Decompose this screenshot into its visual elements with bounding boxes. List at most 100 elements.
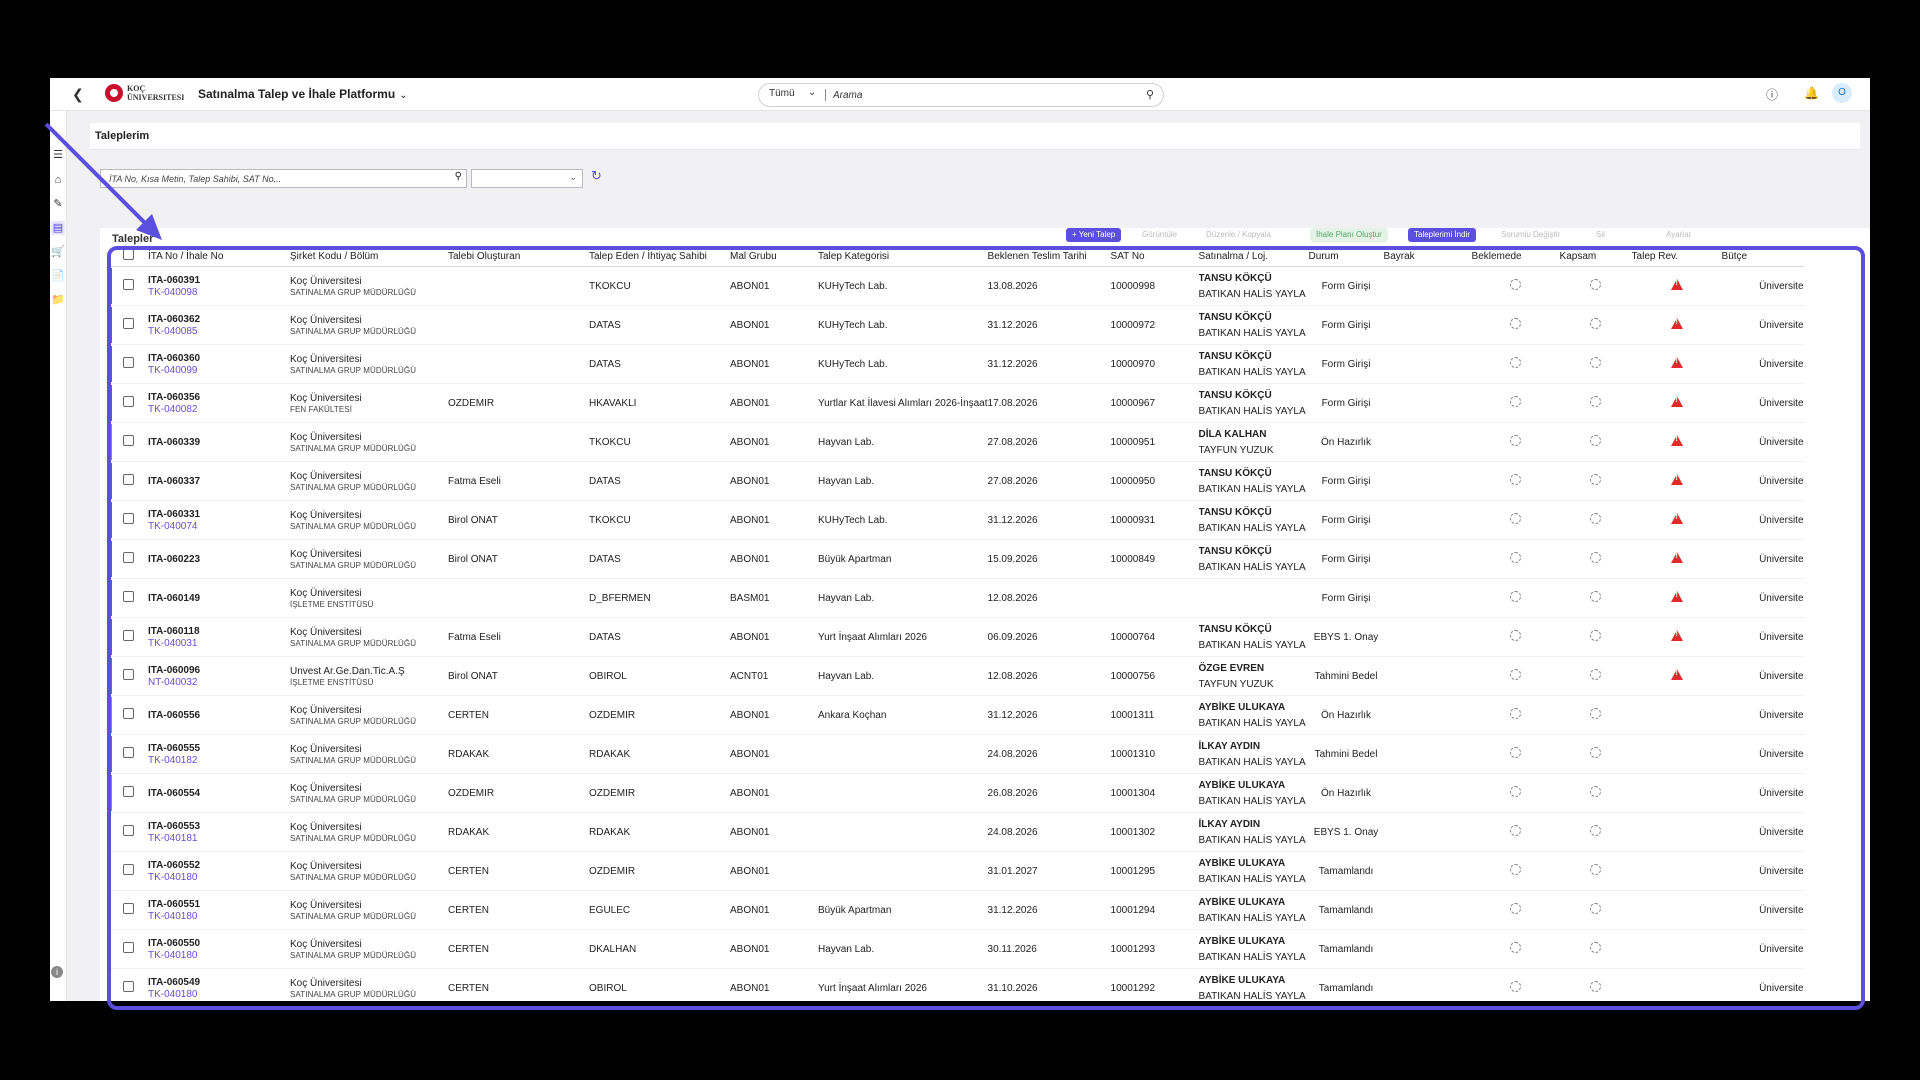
ita-number[interactable]: ITA-060118 (148, 626, 290, 637)
tender-number-link[interactable]: TK-040031 (148, 638, 290, 649)
table-row[interactable]: ITA-060551 TK-040180 Koç Üniversitesi SATIN… (108, 890, 1804, 930)
table-row[interactable]: ITA-060356 TK-040082 Koç Üniversitesi FEN F… (108, 383, 1804, 423)
row-checkbox[interactable] (123, 552, 134, 563)
table-row[interactable]: ITA-060391 TK-040098 Koç Üniversitesi SATIN… (108, 266, 1804, 306)
download-requests-button[interactable]: Taleplerimi İndir (1408, 228, 1477, 242)
ita-number[interactable]: ITA-060556 (148, 710, 290, 721)
column-header-material-group[interactable]: Mal Grubu (730, 246, 818, 267)
tender-number-link[interactable]: NT-040032 (148, 677, 290, 688)
on-hold-indicator-icon[interactable] (1510, 708, 1522, 719)
help-icon[interactable]: ⓘ (1766, 86, 1778, 103)
tender-number-link[interactable]: TK-040180 (148, 989, 290, 1000)
table-row[interactable]: ITA-060549 TK-040180 Koç Üniversitesi SATIN… (108, 968, 1804, 1001)
tender-number-link[interactable]: TK-040180 (148, 911, 290, 922)
on-hold-indicator-icon[interactable] (1510, 396, 1522, 407)
delete-button[interactable]: Sil (1590, 228, 1611, 242)
on-hold-indicator-icon[interactable] (1510, 942, 1522, 953)
warning-icon[interactable] (1670, 630, 1683, 641)
scope-indicator-icon[interactable] (1590, 474, 1602, 485)
home-icon[interactable]: ⌂ (51, 173, 65, 187)
column-header-company[interactable]: Şirket Kodu / Bölüm (290, 246, 448, 267)
row-checkbox[interactable] (123, 825, 134, 836)
table-row[interactable]: ITA-060555 TK-040182 Koç Üniversitesi SATIN… (108, 734, 1804, 774)
menu-icon[interactable]: ☰ (51, 148, 65, 162)
table-row[interactable]: ITA-060360 TK-040099 Koç Üniversitesi SATIN… (108, 344, 1804, 384)
warning-icon[interactable] (1670, 513, 1683, 524)
scope-indicator-icon[interactable] (1590, 552, 1602, 563)
ita-number[interactable]: ITA-060149 (148, 593, 290, 604)
on-hold-indicator-icon[interactable] (1510, 474, 1522, 485)
on-hold-indicator-icon[interactable] (1510, 786, 1522, 797)
table-row[interactable]: ITA-060554 Koç Üniversitesi SATINALMA GRUP… (108, 773, 1804, 813)
row-checkbox[interactable] (123, 396, 134, 407)
scope-indicator-icon[interactable] (1590, 591, 1602, 602)
table-row[interactable]: ITA-060331 TK-040074 Koç Üniversitesi SATIN… (108, 500, 1804, 540)
column-header-delivery-date[interactable]: Beklenen Teslim Tarihi (987, 246, 1111, 267)
on-hold-indicator-icon[interactable] (1510, 981, 1522, 992)
ita-number[interactable]: ITA-060362 (148, 314, 290, 325)
ita-number[interactable]: ITA-060356 (148, 392, 290, 403)
info-icon[interactable]: i (51, 966, 63, 978)
list-icon[interactable]: ▤ (51, 221, 65, 235)
table-row[interactable]: ITA-060337 Koç Üniversitesi SATINALMA GRUP… (108, 461, 1804, 501)
column-header-flag[interactable]: Bayrak (1383, 246, 1472, 267)
bell-icon[interactable]: 🔔 (1804, 86, 1819, 100)
search-icon[interactable]: ⚲ (1146, 88, 1154, 101)
warning-icon[interactable] (1670, 318, 1683, 329)
row-checkbox[interactable] (123, 630, 134, 641)
row-checkbox[interactable] (123, 474, 134, 485)
on-hold-indicator-icon[interactable] (1510, 435, 1522, 446)
column-header-status[interactable]: Durum (1308, 246, 1384, 267)
on-hold-indicator-icon[interactable] (1510, 357, 1522, 368)
table-row[interactable]: ITA-060552 TK-040180 Koç Üniversitesi SATIN… (108, 851, 1804, 891)
scope-indicator-icon[interactable] (1590, 864, 1602, 875)
ita-number[interactable]: ITA-060339 (148, 437, 290, 448)
column-header-category[interactable]: Talep Kategorisi (818, 246, 988, 267)
column-header-requester[interactable]: Talep Eden / İhtiyaç Sahibi (589, 246, 730, 267)
table-row[interactable]: ITA-060118 TK-040031 Koç Üniversitesi SATIN… (108, 617, 1804, 657)
document-icon[interactable]: 📄 (51, 269, 65, 283)
column-header-on-hold[interactable]: Beklemede (1471, 246, 1560, 267)
row-checkbox[interactable] (123, 591, 134, 602)
ita-number[interactable]: ITA-060552 (148, 860, 290, 871)
folder-icon[interactable]: 📁 (51, 293, 65, 307)
ita-number[interactable]: ITA-060223 (148, 554, 290, 565)
table-row[interactable]: ITA-060339 Koç Üniversitesi SATINALMA GRUP… (108, 422, 1804, 462)
ita-number[interactable]: ITA-060550 (148, 938, 290, 949)
search-icon[interactable]: ⚲ (455, 171, 462, 182)
ita-number[interactable]: ITA-060331 (148, 509, 290, 520)
filter-search-input[interactable] (107, 171, 441, 187)
cart-icon[interactable]: 🛒 (51, 245, 65, 259)
status-filter-select[interactable]: ⌄ (471, 169, 583, 188)
settings-button[interactable]: Ayarlar (1660, 228, 1697, 242)
table-row[interactable]: ITA-060362 TK-040085 Koç Üniversitesi SATIN… (108, 305, 1804, 345)
row-checkbox[interactable] (123, 981, 134, 992)
warning-icon[interactable] (1670, 396, 1683, 407)
global-search-input[interactable] (831, 87, 1135, 104)
warning-icon[interactable] (1670, 591, 1683, 602)
on-hold-indicator-icon[interactable] (1510, 903, 1522, 914)
tender-number-link[interactable]: TK-040074 (148, 521, 290, 532)
tender-number-link[interactable]: TK-040180 (148, 872, 290, 883)
column-header-ita[interactable]: İTA No / İhale No (148, 246, 290, 267)
on-hold-indicator-icon[interactable] (1510, 630, 1522, 641)
row-checkbox[interactable] (123, 786, 134, 797)
row-checkbox[interactable] (123, 903, 134, 914)
ita-number[interactable]: ITA-060554 (148, 788, 290, 799)
on-hold-indicator-icon[interactable] (1510, 825, 1522, 836)
on-hold-indicator-icon[interactable] (1510, 318, 1522, 329)
on-hold-indicator-icon[interactable] (1510, 669, 1522, 680)
column-header-purchasing[interactable]: Satınalma / Loj. (1198, 246, 1309, 267)
refresh-icon[interactable]: ↻ (591, 168, 602, 184)
row-checkbox[interactable] (123, 942, 134, 953)
row-checkbox[interactable] (123, 669, 134, 680)
scope-indicator-icon[interactable] (1590, 747, 1602, 758)
table-row[interactable]: ITA-060556 Koç Üniversitesi SATINALMA GRUP… (108, 695, 1804, 735)
scope-indicator-icon[interactable] (1590, 279, 1602, 290)
warning-icon[interactable] (1670, 552, 1683, 563)
chevron-down-icon[interactable]: ⌄ (808, 87, 816, 98)
scope-indicator-icon[interactable] (1590, 630, 1602, 641)
warning-icon[interactable] (1670, 474, 1683, 485)
tender-number-link[interactable]: TK-040082 (148, 404, 290, 415)
ita-number[interactable]: ITA-060555 (148, 743, 290, 754)
